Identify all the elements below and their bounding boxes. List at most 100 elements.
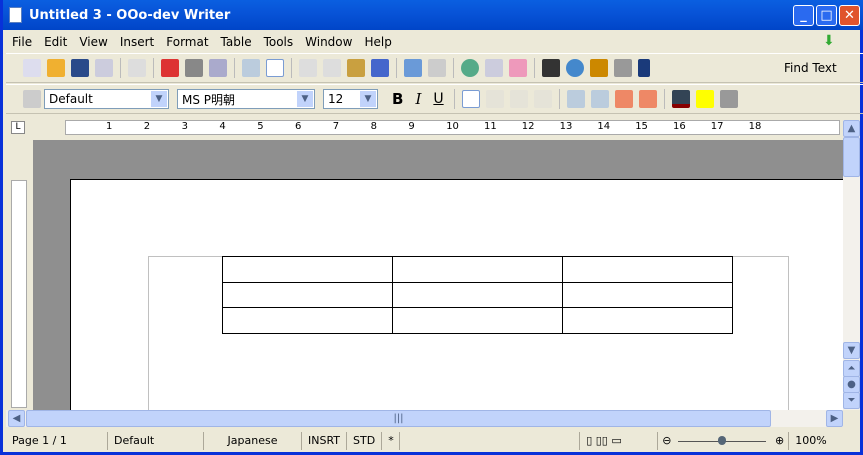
copy-icon[interactable] [323,59,341,77]
menu-edit[interactable]: Edit [44,35,67,49]
zoom-out-icon[interactable]: ⊖ [662,434,671,447]
decrease-indent-icon[interactable] [614,90,633,108]
find-replace-icon[interactable] [542,59,560,77]
zoom-in-icon[interactable]: ⊕ [775,434,784,447]
save-icon[interactable] [71,59,89,77]
redo-icon[interactable] [428,59,446,77]
vertical-scroll-thumb[interactable] [843,137,860,177]
background-color-icon[interactable] [719,90,738,108]
navigation-button[interactable]: ● [843,376,860,393]
table-cell[interactable] [392,256,563,283]
export-pdf-icon[interactable] [161,59,179,77]
paragraph-style-select[interactable]: Default ▼ [44,89,169,109]
align-center-icon[interactable] [485,90,504,108]
horizontal-ruler[interactable]: 1 2 3 4 5 6 7 8 9 10 11 12 13 14 15 16 17 18 [65,120,840,135]
menu-insert[interactable]: Insert [120,35,154,49]
gallery-icon[interactable] [590,59,608,77]
underline-button[interactable]: U [433,91,443,107]
cut-icon[interactable] [299,59,317,77]
vertical-ruler[interactable] [11,180,27,408]
language[interactable]: Japanese [204,431,302,450]
font-size-select[interactable]: 12 ▼ [323,89,378,109]
ruler-tick-label: 11 [484,121,497,132]
draw-functions-icon[interactable] [509,59,527,77]
update-download-icon[interactable]: ⬇ [823,33,835,49]
minimize-button[interactable]: _ [793,5,814,26]
next-page-button[interactable]: ⏷ [843,392,860,409]
table-cell[interactable] [392,307,563,334]
table-cell[interactable] [562,281,733,308]
scroll-left-button[interactable]: ◀ [8,410,25,427]
styles-formatting-icon[interactable] [23,90,41,108]
print-icon[interactable] [185,59,203,77]
align-left-icon[interactable] [461,90,480,108]
format-paintbrush-icon[interactable] [371,59,389,77]
menu-window[interactable]: Window [305,35,352,49]
menu-table[interactable]: Table [221,35,252,49]
bold-button[interactable]: B [392,90,403,108]
email-icon[interactable] [95,59,113,77]
menu-help[interactable]: Help [364,35,391,49]
print-preview-icon[interactable] [209,59,227,77]
horizontal-scrollbar[interactable]: ◀ ||| ▶ [6,410,843,427]
ruler-tick-label: 13 [559,121,573,132]
edit-file-icon[interactable] [128,59,146,77]
highlighting-icon[interactable] [695,90,714,108]
horizontal-scroll-thumb[interactable]: ||| [26,410,771,427]
scroll-right-button[interactable]: ▶ [826,410,843,427]
menu-view[interactable]: View [79,35,107,49]
undo-icon[interactable] [404,59,422,77]
menu-tools[interactable]: Tools [264,35,294,49]
zoom-slider[interactable]: ⊖ ⊕ [658,432,788,450]
autospellcheck-icon[interactable] [266,59,284,77]
tab-stop-selector[interactable]: L [11,121,25,134]
navigator-icon[interactable] [566,59,584,77]
align-right-icon[interactable] [509,90,528,108]
spellcheck-icon[interactable] [242,59,260,77]
open-icon[interactable] [47,59,65,77]
scroll-down-button[interactable]: ▼ [843,342,860,359]
table-cell[interactable] [562,256,733,283]
vertical-scrollbar[interactable]: ▲ ▼ ⏶ ● ⏷ [843,120,860,410]
menu-format[interactable]: Format [166,35,208,49]
close-button[interactable]: ✕ [839,5,860,26]
ruler-tick-label: 18 [748,121,762,132]
window-title: Untitled 3 - OOo-dev Writer [29,7,231,23]
menu-file[interactable]: File [12,35,32,49]
title-bar: Untitled 3 - OOo-dev Writer _ □ ✕ [3,0,863,30]
table-icon[interactable] [485,59,503,77]
paste-icon[interactable] [347,59,365,77]
justify-icon[interactable] [533,90,552,108]
ruler-tick-label: 3 [181,121,188,132]
new-document-icon[interactable] [23,59,41,77]
font-color-icon[interactable] [671,90,690,108]
document-area [33,140,843,410]
writer-window: Untitled 3 - OOo-dev Writer _ □ ✕ File Ed… [0,0,863,455]
formatting-marks-icon[interactable] [638,59,650,77]
italic-button[interactable]: I [415,90,421,108]
increase-indent-icon[interactable] [638,90,657,108]
view-layout-icons[interactable]: ▯ ▯▯ ▭ [580,431,659,450]
data-sources-icon[interactable] [614,59,632,77]
insert-mode[interactable]: INSRT [302,431,348,450]
page-style[interactable]: Default [108,431,204,450]
zoom-level[interactable]: 100% [788,431,832,450]
hyperlink-icon[interactable] [461,59,479,77]
previous-page-button[interactable]: ⏶ [843,360,860,377]
table-cell[interactable] [222,256,393,283]
scroll-up-button[interactable]: ▲ [843,120,860,137]
font-name-select[interactable]: MS P明朝 ▼ [177,89,315,109]
document-table[interactable] [222,256,733,334]
zoom-slider-thumb[interactable] [718,435,727,445]
document-icon [9,7,22,23]
bullets-icon[interactable] [590,90,609,108]
table-cell[interactable] [222,307,393,334]
table-cell[interactable] [222,281,393,308]
table-cell[interactable] [392,281,563,308]
find-text-label[interactable]: Find Text [784,61,837,75]
selection-mode[interactable]: STD [347,431,383,450]
maximize-button[interactable]: □ [816,5,837,26]
numbering-icon[interactable] [566,90,585,108]
page[interactable] [70,179,843,410]
table-cell[interactable] [562,307,733,334]
